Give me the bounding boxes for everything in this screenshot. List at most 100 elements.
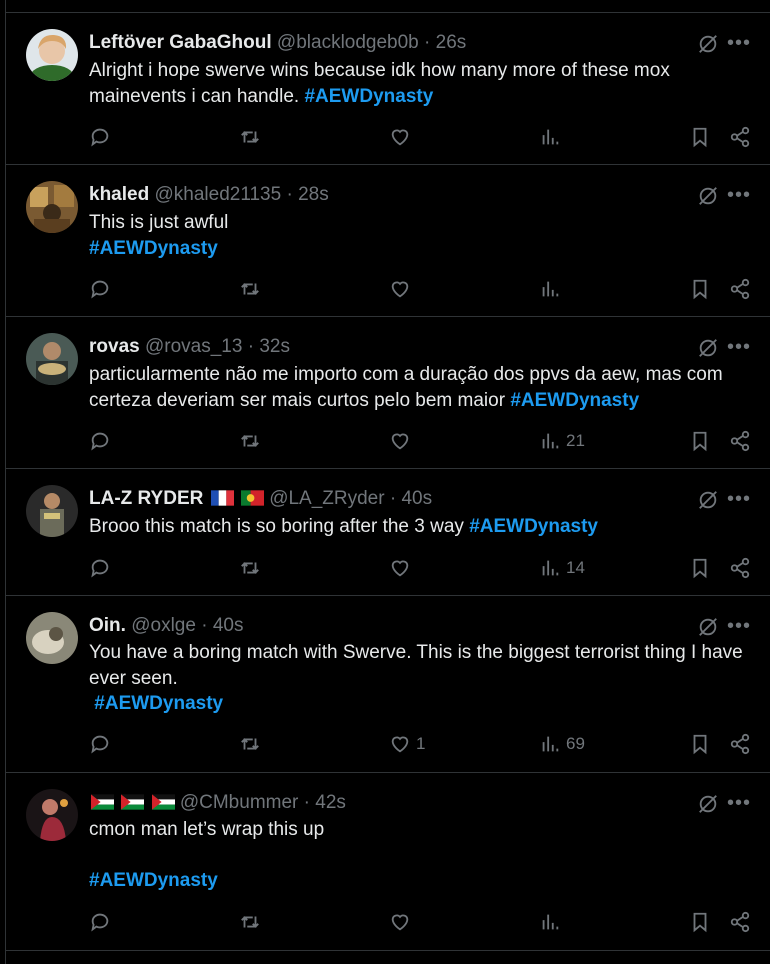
tweet-header: LA-Z RYDER @LA_ZRyder · 40s — [89, 487, 432, 511]
like-icon — [391, 129, 409, 146]
more-icon[interactable]: ••• — [727, 793, 750, 819]
more-icon[interactable]: ••• — [727, 489, 750, 515]
views-button[interactable] — [539, 277, 566, 301]
tweet-body: cmon man let’s wrap this up — [89, 819, 325, 840]
bookmark-button[interactable] — [689, 910, 711, 934]
reply-button[interactable] — [89, 910, 111, 934]
reply-icon — [91, 128, 109, 147]
tweet[interactable]: LA-Z RYDER @LA_ZRyder · 40s ••• Brooo th… — [6, 469, 770, 596]
grok-icon[interactable] — [697, 185, 719, 207]
like-button[interactable] — [389, 556, 416, 580]
more-icon[interactable]: ••• — [727, 616, 750, 642]
tweet[interactable]: khaled @khaled21135 · 28s ••• This is ju… — [6, 165, 770, 317]
timestamp[interactable]: · 40s — [390, 488, 432, 509]
like-count: 1 — [416, 734, 426, 753]
display-name[interactable]: Leftöver GabaGhoul — [89, 32, 272, 53]
timestamp[interactable]: · 26s — [424, 32, 466, 53]
portugal-flag-icon — [240, 490, 264, 506]
timestamp[interactable]: · 28s — [286, 184, 328, 205]
repost-icon — [241, 738, 259, 750]
tweet-header: Leftöver GabaGhoul @blacklodgeb0b · 26s — [89, 31, 466, 55]
repost-button[interactable] — [239, 556, 261, 580]
grok-icon[interactable] — [697, 793, 719, 815]
like-icon — [391, 914, 409, 931]
share-icon — [730, 911, 750, 933]
tweet[interactable]: Leftöver GabaGhoul @blacklodgeb0b · 26s … — [6, 13, 770, 165]
user-handle[interactable]: @rovas_13 — [145, 336, 242, 357]
views-button[interactable] — [539, 125, 566, 149]
reply-button[interactable] — [89, 125, 111, 149]
repost-button[interactable] — [239, 429, 261, 453]
hashtag-link[interactable]: #AEWDynasty — [94, 693, 223, 714]
grok-icon[interactable] — [697, 337, 719, 359]
tweet[interactable]: @CMbummer · 42s ••• cmon man let’s wrap … — [6, 773, 770, 951]
action-bar — [89, 125, 759, 149]
repost-button[interactable] — [239, 277, 261, 301]
avatar[interactable] — [26, 181, 78, 233]
timestamp[interactable]: · 40s — [201, 615, 243, 636]
share-icon — [730, 430, 750, 452]
reply-button[interactable] — [89, 429, 111, 453]
display-name[interactable]: LA-Z RYDER — [89, 488, 203, 509]
views-button[interactable]: 69 — [539, 732, 585, 756]
repost-button[interactable] — [239, 732, 261, 756]
hashtag-link[interactable]: #AEWDynasty — [304, 86, 433, 107]
bookmark-button[interactable] — [689, 732, 711, 756]
display-name[interactable]: Oin. — [89, 615, 126, 636]
share-button[interactable] — [729, 556, 751, 580]
hashtag-link[interactable]: #AEWDynasty — [469, 516, 598, 537]
share-button[interactable] — [729, 910, 751, 934]
share-button[interactable] — [729, 125, 751, 149]
reply-button[interactable] — [89, 556, 111, 580]
like-button[interactable] — [389, 277, 416, 301]
tweet-text: This is just awful #AEWDynasty — [89, 210, 759, 261]
bookmark-button[interactable] — [689, 556, 711, 580]
views-button[interactable]: 14 — [539, 556, 585, 580]
hashtag-link[interactable]: #AEWDynasty — [89, 870, 218, 891]
bookmark-button[interactable] — [689, 125, 711, 149]
avatar[interactable] — [26, 485, 78, 537]
like-button[interactable] — [389, 125, 416, 149]
more-icon[interactable]: ••• — [727, 185, 750, 211]
bookmark-button[interactable] — [689, 277, 711, 301]
user-handle[interactable]: @LA_ZRyder — [269, 488, 384, 509]
grok-icon[interactable] — [697, 489, 719, 511]
grok-icon[interactable] — [697, 33, 719, 55]
repost-button[interactable] — [239, 125, 261, 149]
avatar[interactable] — [26, 29, 78, 81]
bookmark-button[interactable] — [689, 429, 711, 453]
user-handle[interactable]: @CMbummer — [180, 792, 299, 813]
user-handle[interactable]: @oxlge — [131, 615, 196, 636]
more-icon[interactable]: ••• — [727, 337, 750, 363]
timestamp[interactable]: · 32s — [248, 336, 290, 357]
reply-button[interactable] — [89, 732, 111, 756]
avatar[interactable] — [26, 789, 78, 841]
like-button[interactable] — [389, 910, 416, 934]
share-button[interactable] — [729, 429, 751, 453]
hashtag-link[interactable]: #AEWDynasty — [510, 390, 639, 411]
views-button[interactable] — [539, 910, 566, 934]
repost-button[interactable] — [239, 910, 261, 934]
avatar[interactable] — [26, 612, 78, 664]
action-bar: 21 — [89, 429, 759, 453]
more-icon[interactable]: ••• — [727, 33, 750, 59]
user-handle[interactable]: @blacklodgeb0b — [277, 32, 419, 53]
grok-icon[interactable] — [697, 616, 719, 638]
views-icon — [542, 914, 559, 930]
like-button[interactable] — [389, 429, 416, 453]
share-button[interactable] — [729, 732, 751, 756]
timestamp[interactable]: · 42s — [304, 792, 346, 813]
user-handle[interactable]: @khaled21135 — [154, 184, 281, 205]
display-name[interactable]: khaled — [89, 184, 149, 205]
tweet-text: cmon man let’s wrap this up #AEWDynasty — [89, 817, 759, 894]
hashtag-link[interactable]: #AEWDynasty — [89, 238, 218, 259]
tweet[interactable]: rovas @rovas_13 · 32s ••• particularment… — [6, 317, 770, 469]
avatar[interactable] — [26, 333, 78, 385]
repost-icon — [241, 562, 259, 574]
like-button[interactable]: 1 — [389, 732, 425, 756]
reply-button[interactable] — [89, 277, 111, 301]
display-name[interactable]: rovas — [89, 336, 140, 357]
tweet[interactable]: Oin. @oxlge · 40s ••• You have a boring … — [6, 596, 770, 773]
share-button[interactable] — [729, 277, 751, 301]
views-button[interactable]: 21 — [539, 429, 585, 453]
